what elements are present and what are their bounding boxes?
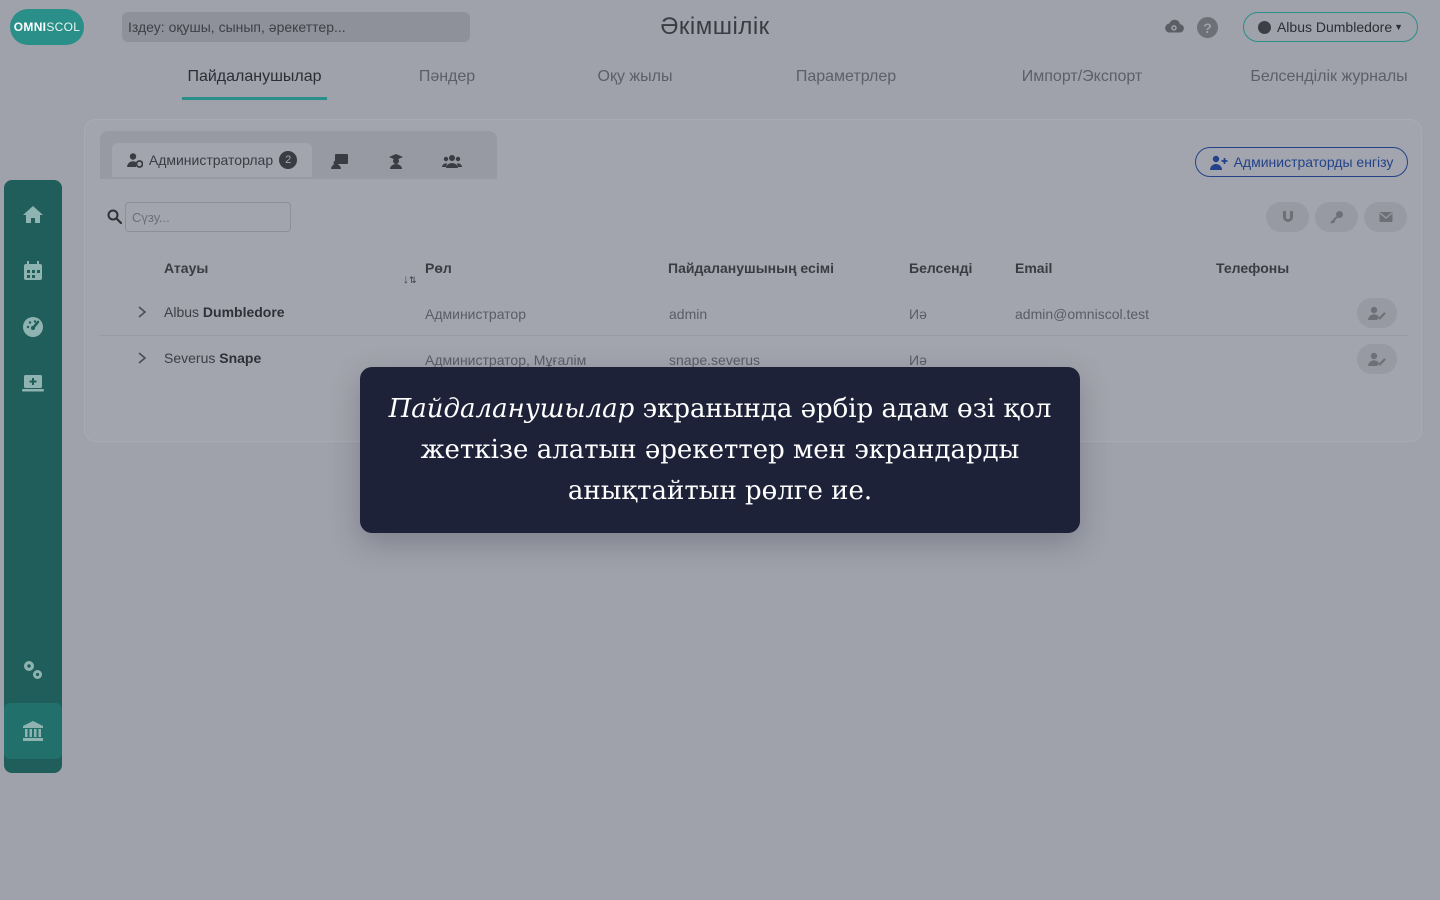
column-header-username[interactable]: Пайдаланушының есімі: [668, 260, 834, 276]
sidebar-item-calendar[interactable]: [4, 243, 62, 299]
tab-activity-log[interactable]: Белсенділік журналы: [1246, 58, 1412, 100]
logo-text-light: SCOL: [46, 20, 81, 34]
computer-plus-icon: [22, 375, 44, 392]
user-role: Администратор, Мұғалім: [425, 352, 587, 368]
column-header-email[interactable]: Email: [1015, 260, 1052, 276]
global-search-input[interactable]: [122, 12, 470, 42]
cloud-gear-icon[interactable]: [1163, 16, 1185, 38]
column-header-phone[interactable]: Телефоны: [1216, 260, 1289, 276]
key-icon: [1329, 211, 1343, 224]
last-name: Dumbledore: [202, 304, 285, 320]
page-title: Әкімшілік: [660, 13, 770, 40]
main-tabs: Пайдаланушылар Пәндер Оқу жылы Параметрл…: [160, 58, 1430, 102]
user-cog-icon: [126, 153, 143, 168]
tab-school-year[interactable]: Оқу жылы: [585, 58, 685, 100]
sidebar-item-settings[interactable]: [4, 642, 62, 698]
user-active: Иә: [909, 352, 927, 368]
user-avatar-icon: [1257, 20, 1271, 34]
user-role: Администратор: [425, 306, 527, 322]
help-icon[interactable]: ?: [1197, 17, 1218, 38]
sort-icon[interactable]: ↓⇅: [403, 272, 417, 286]
dashboard-icon: [23, 317, 43, 337]
tab-subjects[interactable]: Пәндер: [402, 58, 492, 100]
magnet-button[interactable]: [1266, 202, 1309, 232]
user-active: Иә: [909, 306, 927, 322]
user-username: admin: [669, 306, 708, 322]
sidebar-item-screen[interactable]: [4, 355, 62, 411]
chevron-right-icon[interactable]: [135, 304, 149, 320]
add-administrator-label: Администраторды енгізу: [1233, 154, 1394, 170]
cogs-icon: [24, 661, 42, 679]
first-name: Severus: [164, 350, 216, 366]
filter-input[interactable]: [125, 202, 291, 232]
user-full-name: Severus Snape: [164, 350, 261, 366]
logo-text-bold: OMNI: [13, 20, 47, 34]
key-button[interactable]: [1315, 202, 1358, 232]
sidebar-item-home[interactable]: [4, 187, 62, 243]
teacher-icon: [331, 154, 348, 169]
subtab-groups[interactable]: [434, 144, 470, 178]
user-email: admin@omniscol.test: [1015, 306, 1150, 322]
tooltip-emphasis: Пайдаланушылар: [388, 394, 635, 424]
column-header-active[interactable]: Белсенді: [909, 260, 972, 276]
calendar-icon: [24, 261, 42, 280]
tour-tooltip: Пайдаланушылар экранында әрбір адам өзі …: [360, 367, 1080, 533]
user-type-tabs: Администраторлар 2: [100, 131, 497, 179]
subtab-students[interactable]: [378, 144, 414, 178]
edit-user-button[interactable]: [1357, 298, 1397, 328]
subtab-teachers[interactable]: [322, 144, 358, 178]
email-button[interactable]: [1364, 202, 1407, 232]
count-badge: 2: [279, 151, 298, 169]
last-name: Snape: [219, 350, 262, 366]
table-row[interactable]: Albus Dumbledore Администратор admin Иә …: [99, 290, 1409, 336]
tab-settings[interactable]: Параметрлер: [790, 58, 902, 100]
chevron-right-icon[interactable]: [135, 350, 149, 366]
student-icon: [389, 154, 403, 169]
tab-users[interactable]: Пайдаланушылар: [182, 58, 327, 100]
bank-icon: [23, 721, 43, 741]
envelope-icon: [1379, 212, 1392, 222]
magnet-icon: [1282, 211, 1293, 222]
sidebar-item-dashboard[interactable]: [4, 299, 62, 355]
left-sidebar: [4, 180, 62, 773]
add-administrator-button[interactable]: Администраторды енгізу: [1195, 147, 1408, 177]
caret-down-icon: ▼: [1394, 22, 1404, 32]
user-name: Albus Dumbledore: [1276, 19, 1393, 35]
column-header-name[interactable]: Атауы: [164, 260, 208, 276]
column-header-role[interactable]: Рөл: [425, 260, 452, 276]
user-plus-icon: [1209, 155, 1228, 170]
omniscol-logo[interactable]: OMNI SCOL: [10, 9, 84, 45]
home-icon: [23, 206, 43, 223]
user-menu-button[interactable]: Albus Dumbledore ▼: [1243, 12, 1418, 42]
subtab-administrators-label: Администраторлар: [148, 152, 274, 168]
users-group-icon: [442, 155, 462, 168]
tab-import-export[interactable]: Импорт/Экспорт: [1017, 58, 1147, 100]
edit-user-button[interactable]: [1357, 344, 1397, 374]
user-username: snape.severus: [669, 352, 761, 368]
subtab-administrators[interactable]: Администраторлар 2: [112, 143, 312, 177]
sidebar-item-admin[interactable]: [4, 703, 62, 759]
user-edit-icon: [1368, 352, 1386, 366]
first-name: Albus: [164, 304, 200, 320]
user-edit-icon: [1368, 306, 1386, 320]
user-full-name: Albus Dumbledore: [164, 304, 285, 320]
page: OMNISCOL Әкімшілік ? Albus Dumbledore ▼ …: [0, 0, 1440, 900]
search-icon: [107, 209, 122, 224]
